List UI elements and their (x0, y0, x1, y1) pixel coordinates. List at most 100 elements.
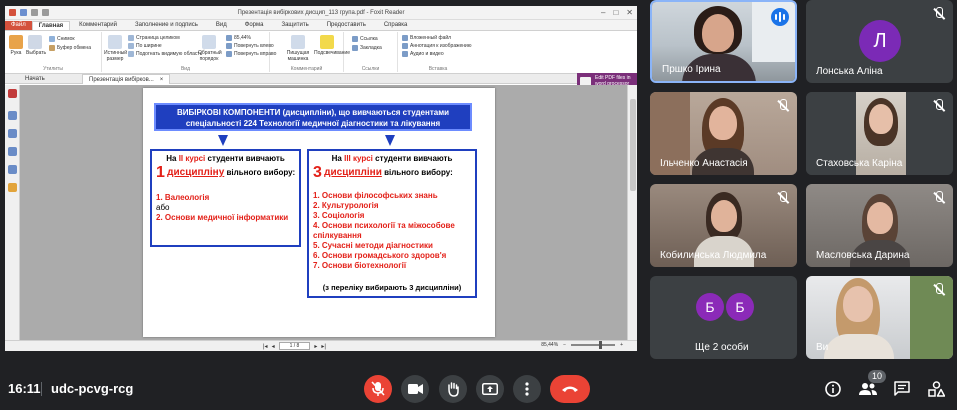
reflow-button[interactable]: Обратный порядок (198, 35, 222, 62)
face (702, 14, 734, 52)
file-attach-button[interactable]: Вложенный файл (402, 35, 451, 41)
video-camera-icon (408, 384, 423, 394)
rotate-right-button[interactable]: Повернуть вправо (226, 51, 276, 57)
zoom-icon (226, 35, 232, 41)
status-bar: |◂ ◂ 1 / 8 ▸ ▸| 85,44% − + (5, 340, 637, 351)
divider (41, 382, 42, 396)
more-options-button[interactable] (513, 375, 541, 403)
fit-visible-button[interactable]: Подогнать видимую область (128, 51, 202, 57)
menu-comment[interactable]: Комментарий (70, 22, 126, 30)
heading-post: студенти вивчають (205, 154, 285, 163)
menu-help[interactable]: Справка (375, 22, 417, 30)
activities-icon[interactable] (928, 381, 945, 397)
mic-toggle-button[interactable] (364, 375, 392, 403)
mic-off-icon (931, 6, 947, 22)
discipline-list: 1. Валеологія або 2. Основи медичної інф… (156, 193, 296, 223)
fit-page-button[interactable]: Страница целиком (128, 35, 180, 41)
participant-tile[interactable]: Ільченко Анастасія (650, 92, 797, 175)
course-label: ІІ курсі (178, 154, 206, 163)
maximize-icon[interactable]: □ (613, 8, 618, 17)
avatar: Б (726, 293, 754, 321)
close-icon[interactable]: × (160, 77, 164, 83)
info-icon[interactable] (825, 381, 841, 397)
layers-panel-icon[interactable] (8, 129, 17, 138)
scrollbar-thumb[interactable] (630, 99, 636, 191)
prev-page-icon[interactable]: ◂ (272, 343, 275, 350)
box-subheading: 1 дисципліну вільного вибору: (156, 164, 297, 182)
comments-panel-icon[interactable] (8, 147, 17, 156)
rotate-left-icon (226, 43, 232, 49)
first-page-icon[interactable]: |◂ (263, 343, 268, 350)
image-annot-button[interactable]: Аннотация к изображению (402, 43, 472, 49)
participant-tile[interactable]: Л Лонська Аліна (806, 0, 953, 83)
menu-file[interactable]: Файл (5, 21, 32, 30)
mic-off-icon (931, 282, 947, 298)
audio-video-button[interactable]: Аудио и видео (402, 51, 444, 57)
raise-hand-button[interactable] (439, 375, 467, 403)
group-label: Ссылки (361, 66, 380, 72)
zoom-in-icon[interactable]: + (620, 342, 623, 348)
menu-fill-sign[interactable]: Заполнение и подпись (126, 22, 207, 30)
cursor-icon (28, 35, 42, 49)
hand-tool-button[interactable]: Рука (7, 35, 25, 56)
snapshot-label: Снимок (57, 36, 75, 42)
participant-name: Ільченко Анастасія (660, 158, 748, 169)
link-button[interactable]: Ссылка (352, 36, 378, 42)
face (869, 104, 893, 134)
typewriter-button[interactable]: Пишущая машинка (286, 35, 310, 62)
tab-document[interactable]: Презентація вибірков... × (82, 74, 171, 84)
zoom-out-icon[interactable]: − (563, 342, 566, 348)
hand-icon (448, 382, 459, 397)
attachments-panel-icon[interactable] (8, 165, 17, 174)
meeting-code[interactable]: udc-pcvg-rcg (51, 381, 133, 396)
highlighter-icon (320, 35, 334, 49)
snapshot-button[interactable]: Снимок (49, 36, 75, 42)
rotate-right-icon (226, 51, 232, 57)
typewriter-icon (291, 35, 305, 49)
chat-icon[interactable] (894, 381, 910, 397)
tab-start[interactable]: Начать (25, 76, 45, 82)
rotate-left-button[interactable]: Повернуть влево (226, 43, 274, 49)
speaking-indicator-icon (771, 8, 789, 26)
zoom-select[interactable]: 85,44% (226, 35, 251, 41)
menu-form[interactable]: Форма (236, 22, 273, 30)
close-icon[interactable]: ✕ (626, 8, 633, 17)
bookmark-button[interactable]: Закладка (352, 45, 382, 51)
pdf-page: ВИБІРКОВІ КОМПОНЕНТИ (дисципліни), що ви… (143, 88, 495, 337)
zoom-value: 85,44% (234, 35, 251, 41)
end-call-button[interactable] (550, 375, 590, 403)
next-page-icon[interactable]: ▸ (314, 343, 317, 350)
fit-width-button[interactable]: По ширине (128, 43, 162, 49)
menu-view[interactable]: Вид (207, 22, 236, 30)
participant-tile[interactable]: Масловська Дарина (806, 184, 953, 267)
arrow-down-icon (218, 135, 228, 146)
pages-panel-icon[interactable] (8, 111, 17, 120)
last-page-icon[interactable]: ▸| (321, 343, 326, 350)
bookmark-panel-icon[interactable] (8, 89, 17, 98)
page-number-field[interactable]: 1 / 8 (278, 342, 311, 350)
clipboard-button[interactable]: Буфер обмена (49, 45, 91, 51)
participant-tile[interactable]: Стаховська Каріна (806, 92, 953, 175)
self-tile[interactable]: Ви (806, 276, 953, 359)
minimize-icon[interactable]: – (601, 8, 605, 17)
fit-visible-icon (128, 51, 134, 57)
camera-toggle-button[interactable] (401, 375, 429, 403)
signatures-panel-icon[interactable] (8, 183, 17, 192)
menu-home[interactable]: Главная (31, 21, 71, 30)
highlight-button[interactable]: Подсвечивание (314, 35, 350, 56)
group-label: Вставка (428, 66, 448, 72)
others-tile[interactable]: Б Б Ще 2 особи (650, 276, 797, 359)
participant-tile[interactable]: Кобилинська Людмила (650, 184, 797, 267)
zoom-slider[interactable] (571, 341, 616, 349)
participant-tile[interactable]: Пршко Ірина (650, 0, 797, 83)
select-tool-button[interactable]: Выбрать (26, 35, 46, 56)
present-button[interactable] (476, 375, 504, 403)
menu-share[interactable]: Предоставить (318, 22, 375, 30)
vertical-scrollbar[interactable] (627, 85, 637, 340)
participant-name: Ви (816, 342, 829, 353)
avatar: Л (859, 20, 901, 62)
actual-size-button[interactable]: Истинный размер (104, 35, 127, 62)
people-icon[interactable] (859, 382, 877, 396)
menu-protect[interactable]: Защитить (272, 22, 317, 30)
shared-screen: Презентація вибіркових дисцип_113 група.… (5, 6, 637, 351)
